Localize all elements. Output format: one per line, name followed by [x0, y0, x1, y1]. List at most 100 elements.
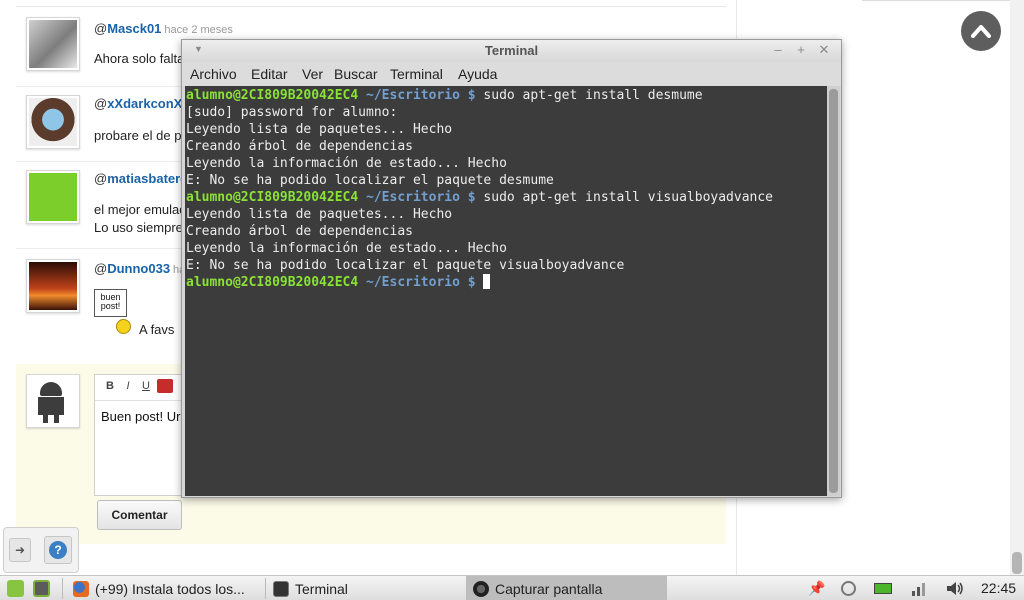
menu-ver[interactable]: Ver [302, 66, 323, 82]
terminal-scrollbar[interactable] [827, 86, 840, 496]
terminal-output-line: Leyendo lista de paquetes... Hecho [186, 206, 827, 223]
terminal-window[interactable]: ▼ Terminal – + ✕ Archivo Editar Ver Busc… [181, 39, 842, 498]
terminal-output[interactable]: alumno@2CI809B20042EC4 ~/Escritorio $ su… [185, 86, 827, 496]
pin-icon[interactable]: 📌 [808, 580, 825, 597]
bold-button[interactable]: B [101, 380, 119, 392]
output-text: Leyendo lista de paquetes... Hecho [186, 122, 453, 137]
comment-author-link[interactable]: matiasbaterd [107, 171, 188, 186]
volume-icon[interactable] [946, 581, 964, 599]
mint-menu-icon[interactable] [7, 580, 24, 597]
terminal-prompt-line: alumno@2CI809B20042EC4 ~/Escritorio $ su… [186, 189, 827, 206]
comment-author-link[interactable]: xXdarkconX [107, 96, 182, 111]
side-widget: ➜ ? [3, 527, 79, 573]
terminal-output-line: Creando árbol de dependencias [186, 138, 827, 155]
underline-button[interactable]: U [137, 380, 155, 392]
menu-ayuda[interactable]: Ayuda [458, 66, 497, 82]
terminal-output-line: Leyendo la información de estado... Hech… [186, 240, 827, 257]
output-text: Leyendo la información de estado... Hech… [186, 241, 507, 256]
comment-text: probare el de p [94, 128, 182, 143]
menu-terminal[interactable]: Terminal [390, 66, 443, 82]
battery-icon[interactable] [874, 583, 892, 594]
avatar[interactable] [26, 259, 80, 313]
terminal-prompt-line: alumno@2CI809B20042EC4 ~/Escritorio $ [186, 274, 827, 291]
window-titlebar[interactable]: ▼ Terminal – + ✕ [182, 40, 841, 62]
output-text: Leyendo lista de paquetes... Hecho [186, 207, 453, 222]
output-text: Creando árbol de dependencias [186, 224, 413, 239]
prompt-path: ~/Escritorio $ [358, 190, 476, 205]
terminal-output-line: E: No se ha podido localizar el paquete … [186, 172, 827, 189]
task-firefox[interactable]: (+99) Instala todos los... [70, 576, 262, 600]
task-label: Terminal [295, 580, 348, 597]
output-text: E: No se ha podido localizar el paquete … [186, 173, 554, 188]
avatar[interactable] [26, 95, 80, 149]
prompt-user: alumno@2CI809B20042EC4 [186, 275, 359, 290]
terminal-output-line: E: No se ha podido localizar el paquete … [186, 257, 827, 274]
comment-text: A favs [139, 322, 175, 337]
buen-post-sign: buen post! [94, 289, 127, 317]
menu-bar: Archivo Editar Ver Buscar Terminal Ayuda [182, 62, 841, 86]
show-desktop-icon[interactable] [33, 580, 50, 597]
task-capturar-pantalla[interactable]: Capturar pantalla [466, 576, 667, 600]
terminal-cursor [483, 274, 491, 289]
comment-author-link[interactable]: Dunno033 [107, 261, 170, 276]
divider [862, 0, 1024, 1]
task-label: Capturar pantalla [495, 580, 603, 597]
italic-button[interactable]: I [119, 380, 137, 392]
menu-buscar[interactable]: Buscar [334, 66, 378, 82]
menu-archivo[interactable]: Archivo [190, 66, 237, 82]
page-scrollbar-thumb[interactable] [1012, 552, 1022, 574]
prompt-path: ~/Escritorio $ [358, 275, 476, 290]
comentar-button[interactable]: Comentar [97, 500, 182, 530]
avatar [26, 374, 80, 428]
at-sign: @ [94, 21, 108, 36]
output-text: Leyendo la información de estado... Hech… [186, 156, 507, 171]
terminal-icon [273, 580, 289, 597]
task-label: (+99) Instala todos los... [95, 580, 245, 597]
help-icon[interactable]: ? [44, 536, 72, 564]
taskbar: (+99) Instala todos los... Terminal Capt… [0, 575, 1024, 600]
task-terminal[interactable]: Terminal [268, 576, 464, 600]
close-icon[interactable]: ✕ [816, 42, 832, 58]
at-sign: @ [94, 171, 108, 186]
comment-author-line: @xXdarkconX [94, 96, 182, 111]
menu-editar[interactable]: Editar [251, 66, 288, 82]
command-text: sudo apt-get install desmume [475, 88, 703, 103]
comment-author-line: @Masck01 hace 2 meses [94, 21, 233, 36]
terminal-output-line: Leyendo la información de estado... Hech… [186, 155, 827, 172]
youtube-icon[interactable] [157, 379, 173, 393]
maximize-icon[interactable]: + [793, 42, 809, 57]
avatar[interactable] [26, 170, 80, 224]
chevron-up-icon [971, 25, 991, 38]
divider [265, 578, 266, 599]
firefox-icon [73, 580, 89, 597]
output-text: [sudo] password for alumno: [186, 105, 398, 120]
arrow-right-icon[interactable]: ➜ [9, 538, 31, 562]
output-text: Creando árbol de dependencias [186, 139, 413, 154]
comment-time: hace 2 meses [164, 24, 233, 36]
page-scrollbar[interactable] [1010, 0, 1024, 575]
avatar[interactable] [26, 17, 80, 71]
screenshot-icon [473, 580, 489, 597]
update-manager-icon[interactable] [841, 581, 856, 596]
at-sign: @ [94, 96, 108, 111]
terminal-output-line: [sudo] password for alumno: [186, 104, 827, 121]
clock[interactable]: 22:45 [981, 580, 1016, 596]
command-text [476, 275, 484, 290]
terminal-prompt-line: alumno@2CI809B20042EC4 ~/Escritorio $ su… [186, 87, 827, 104]
comment-author-link[interactable]: Masck01 [107, 21, 161, 36]
prompt-user: alumno@2CI809B20042EC4 [186, 88, 359, 103]
window-title: Terminal [484, 43, 539, 58]
comment-text: el mejor emulad [94, 202, 187, 217]
comment-author-line: @matiasbaterd [94, 171, 188, 186]
comment-text: Ahora solo falta [94, 51, 185, 66]
network-icon[interactable] [911, 581, 927, 596]
comment-author-line: @Dunno033 ha [94, 261, 185, 276]
terminal-scrollbar-thumb[interactable] [829, 89, 838, 493]
divider [62, 578, 63, 599]
terminal-output-line: Leyendo lista de paquetes... Hecho [186, 121, 827, 138]
output-text: E: No se ha podido localizar el paquete … [186, 258, 625, 273]
minimize-icon[interactable]: – [770, 42, 786, 57]
scroll-to-top-button[interactable] [961, 11, 1001, 51]
prompt-user: alumno@2CI809B20042EC4 [186, 190, 359, 205]
command-text: sudo apt-get install visualboyadvance [475, 190, 774, 205]
